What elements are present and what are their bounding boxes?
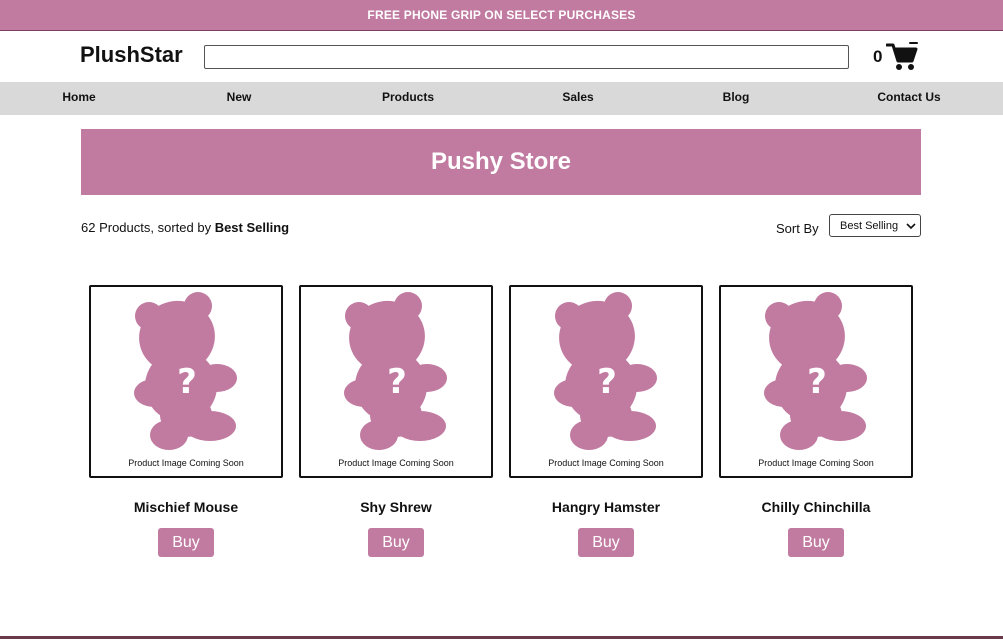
result-sort-text: Best Selling bbox=[214, 220, 290, 235]
store-banner: Pushy Store bbox=[81, 129, 921, 195]
product-image-placeholder[interactable]: ? Product Image Coming Soon bbox=[509, 285, 703, 478]
result-count-text: 62 Products, sorted by bbox=[81, 220, 215, 235]
buy-button[interactable]: Buy bbox=[158, 528, 214, 557]
site-header: PlushStar 0 bbox=[0, 31, 1003, 82]
image-caption: Product Image Coming Soon bbox=[758, 458, 874, 468]
chevron-down-icon bbox=[906, 222, 916, 229]
product-card[interactable]: ? Product Image Coming Soon Mischief Mou… bbox=[89, 285, 283, 565]
sort-label: Sort By bbox=[776, 221, 819, 236]
product-image-placeholder[interactable]: ? Product Image Coming Soon bbox=[299, 285, 493, 478]
shopping-cart-icon bbox=[886, 42, 919, 70]
nav-item-blog[interactable]: Blog bbox=[723, 82, 750, 115]
promo-banner: FREE PHONE GRIP ON SELECT PURCHASES bbox=[0, 0, 1003, 31]
product-name[interactable]: Mischief Mouse bbox=[89, 499, 283, 515]
result-summary: 62 Products, sorted by Best Selling bbox=[81, 220, 289, 235]
main-nav: Home New Products Sales Blog Contact Us bbox=[0, 82, 1003, 115]
buy-button[interactable]: Buy bbox=[788, 528, 844, 557]
image-caption: Product Image Coming Soon bbox=[128, 458, 244, 468]
product-card[interactable]: ? Product Image Coming Soon Shy Shrew Bu… bbox=[299, 285, 493, 565]
question-mark-glyph: ? bbox=[177, 362, 197, 402]
product-image-placeholder[interactable]: ? Product Image Coming Soon bbox=[89, 285, 283, 478]
teddy-bear-icon: ? Product Image Coming Soon bbox=[338, 292, 454, 468]
sort-selected-value: Best Selling bbox=[840, 219, 899, 232]
cart-count: 0 bbox=[873, 47, 883, 66]
nav-item-sales[interactable]: Sales bbox=[562, 82, 593, 115]
buy-button[interactable]: Buy bbox=[578, 528, 634, 557]
page-title: Pushy Store bbox=[430, 148, 572, 175]
product-card[interactable]: ? Product Image Coming Soon Hangry Hamst… bbox=[509, 285, 703, 565]
teddy-bear-icon: ? Product Image Coming Soon bbox=[128, 292, 244, 468]
buy-button[interactable]: Buy bbox=[368, 528, 424, 557]
product-name[interactable]: Chilly Chinchilla bbox=[719, 499, 913, 515]
promo-text: FREE PHONE GRIP ON SELECT PURCHASES bbox=[367, 8, 636, 22]
nav-item-products[interactable]: Products bbox=[382, 82, 434, 115]
product-name[interactable]: Hangry Hamster bbox=[509, 499, 703, 515]
question-mark-glyph: ? bbox=[597, 362, 617, 402]
site-logo[interactable]: PlushStar bbox=[80, 42, 183, 68]
teddy-bear-icon: ? Product Image Coming Soon bbox=[548, 292, 664, 468]
image-caption: Product Image Coming Soon bbox=[548, 458, 664, 468]
product-card[interactable]: ? Product Image Coming Soon Chilly Chinc… bbox=[719, 285, 913, 565]
cart-button[interactable]: 0 bbox=[873, 41, 919, 73]
product-image-placeholder[interactable]: ? Product Image Coming Soon bbox=[719, 285, 913, 478]
question-mark-glyph: ? bbox=[807, 362, 827, 402]
nav-item-contact-us[interactable]: Contact Us bbox=[877, 82, 940, 115]
nav-item-home[interactable]: Home bbox=[62, 82, 95, 115]
product-name[interactable]: Shy Shrew bbox=[299, 499, 493, 515]
teddy-bear-icon: ? Product Image Coming Soon bbox=[758, 292, 874, 468]
search-input[interactable] bbox=[204, 45, 849, 69]
question-mark-glyph: ? bbox=[387, 362, 407, 402]
image-caption: Product Image Coming Soon bbox=[338, 458, 454, 468]
sort-select[interactable]: Best Selling bbox=[829, 214, 921, 237]
nav-item-new[interactable]: New bbox=[227, 82, 252, 115]
